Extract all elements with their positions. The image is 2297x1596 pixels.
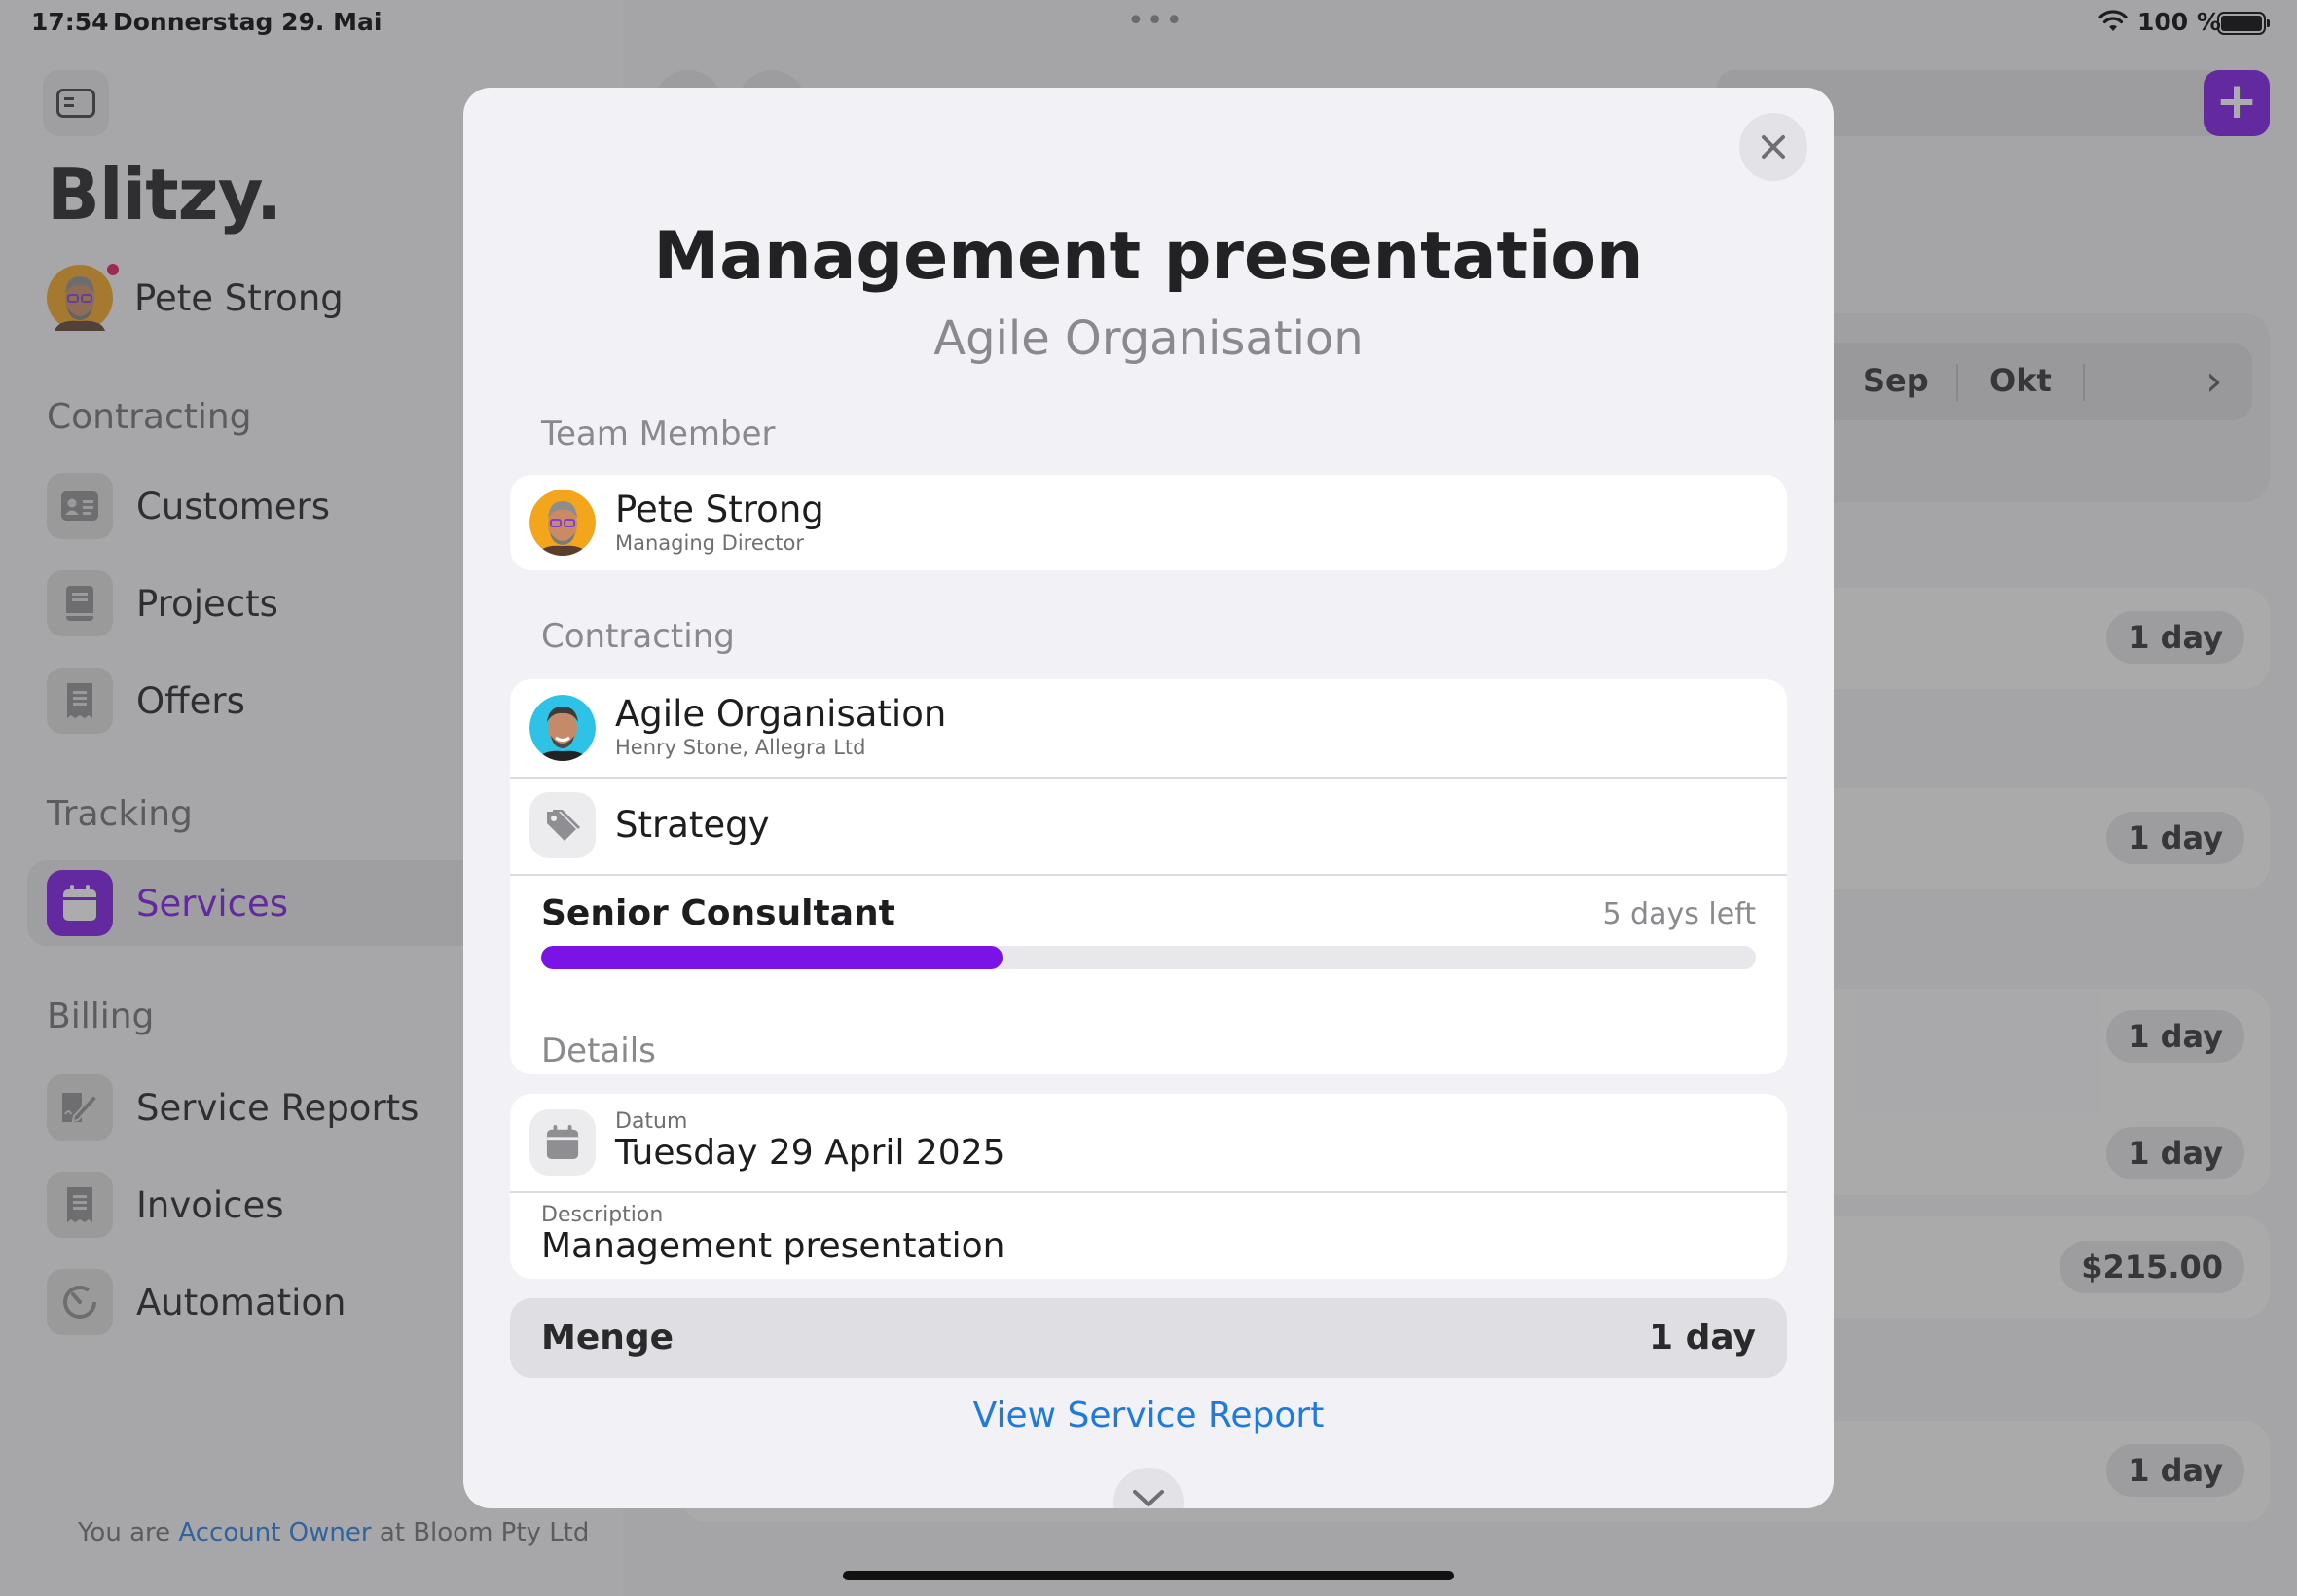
category-name: Strategy xyxy=(615,804,770,846)
status-time: 17:54 xyxy=(31,8,109,36)
position-progress-row[interactable]: Senior Consultant 5 days left xyxy=(510,876,1787,1002)
tag-icon xyxy=(529,792,596,858)
category-row[interactable]: Strategy xyxy=(510,779,1787,874)
sheet-subtitle: Agile Organisation xyxy=(933,311,1364,366)
budget-progress-fill xyxy=(541,946,1003,969)
section-title-team-member: Team Member xyxy=(541,415,776,453)
team-member-role: Managing Director xyxy=(615,531,805,555)
project-row[interactable]: Agile Organisation Henry Stone, Allegra … xyxy=(510,679,1787,777)
team-member-card[interactable]: Pete Strong Managing Director xyxy=(510,475,1787,570)
contracting-card: Agile Organisation Henry Stone, Allegra … xyxy=(510,679,1787,1074)
client-name: Henry Stone, Allegra Ltd xyxy=(615,736,866,759)
details-card: Datum Tuesday 29 April 2025 Description … xyxy=(510,1094,1787,1279)
scroll-down-button[interactable] xyxy=(1113,1468,1184,1508)
team-member-avatar xyxy=(529,490,596,556)
wifi-icon xyxy=(2098,10,2128,31)
project-name: Agile Organisation xyxy=(615,693,947,735)
date-label: Datum xyxy=(615,1109,688,1134)
date-row[interactable]: Datum Tuesday 29 April 2025 xyxy=(510,1094,1787,1191)
date-value: Tuesday 29 April 2025 xyxy=(615,1133,1005,1173)
position-title: Senior Consultant xyxy=(541,893,895,933)
battery-icon xyxy=(2217,12,2270,35)
client-avatar xyxy=(529,695,596,761)
service-detail-sheet: Management presentation Agile Organisati… xyxy=(463,88,1834,1508)
quantity-row[interactable]: Menge 1 day xyxy=(510,1298,1787,1378)
section-title-contracting: Contracting xyxy=(541,617,735,656)
description-value: Management presentation xyxy=(541,1226,1005,1266)
status-bar: 17:54 Donnerstag 29. Mai ••• 100 % xyxy=(0,0,2297,47)
quantity-label: Menge xyxy=(541,1318,675,1358)
section-title-details: Details xyxy=(541,1032,656,1070)
days-remaining: 5 days left xyxy=(1602,897,1756,931)
sheet-title: Management presentation xyxy=(653,218,1644,295)
chevron-down-icon xyxy=(1133,1490,1164,1507)
description-row[interactable]: Description Management presentation xyxy=(510,1193,1787,1279)
home-indicator[interactable] xyxy=(843,1571,1454,1580)
multitasking-dots-icon[interactable]: ••• xyxy=(1127,7,1185,36)
view-service-report-link[interactable]: View Service Report xyxy=(463,1396,1834,1435)
description-label: Description xyxy=(541,1203,664,1227)
status-date: Donnerstag 29. Mai xyxy=(113,8,383,36)
battery-percentage: 100 % xyxy=(2137,8,2221,36)
budget-progress-bar xyxy=(541,946,1756,969)
quantity-value: 1 day xyxy=(1648,1318,1756,1358)
team-member-name: Pete Strong xyxy=(615,489,824,530)
close-icon xyxy=(1762,135,1785,159)
calendar-icon xyxy=(529,1109,596,1176)
close-button[interactable] xyxy=(1739,113,1807,181)
